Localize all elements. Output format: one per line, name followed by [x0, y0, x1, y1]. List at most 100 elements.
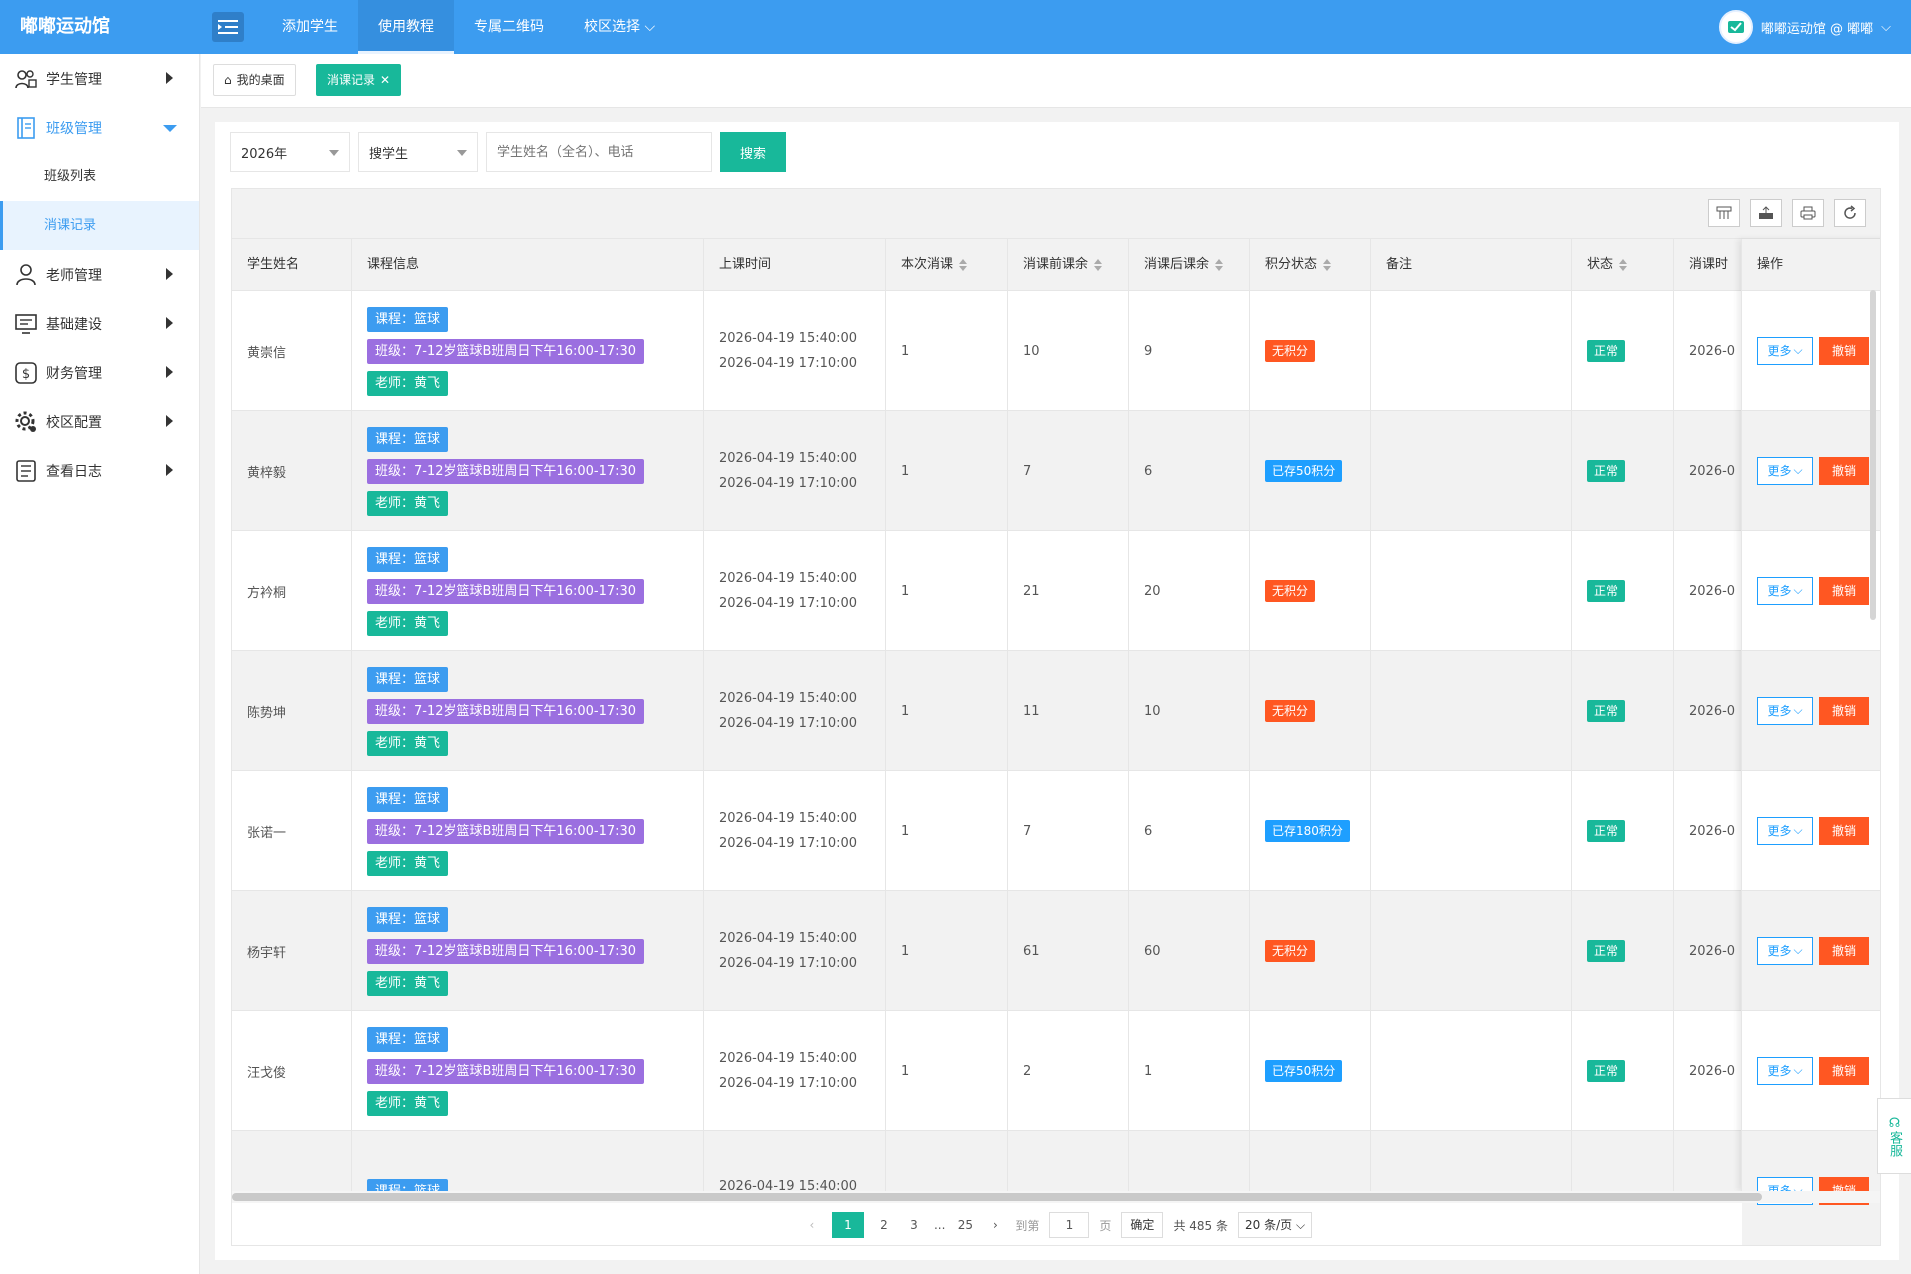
horizontal-scrollbar[interactable]	[232, 1191, 1880, 1203]
per-page-select[interactable]: 20 条/页 ⌵	[1237, 1212, 1313, 1238]
search-button[interactable]: 搜索	[720, 132, 786, 172]
nav-add-student[interactable]: 添加学生	[262, 0, 358, 54]
more-button[interactable]: 更多⌵	[1757, 456, 1813, 485]
nav-campus-select[interactable]: 校区选择 ⌵	[564, 0, 675, 54]
ops-cell: 更多⌵撤销	[1742, 771, 1880, 891]
undo-button[interactable]: 撤销	[1819, 816, 1869, 845]
sidebar-subitem-consume-records[interactable]: 消课记录	[0, 201, 199, 250]
page-1[interactable]: 1	[831, 1212, 864, 1238]
sort-icon[interactable]	[1215, 258, 1224, 271]
page-3[interactable]: 3	[904, 1218, 924, 1232]
page-2[interactable]: 2	[874, 1218, 894, 1232]
caret-right-icon	[166, 317, 173, 329]
col-before[interactable]: 消课前课余	[1008, 239, 1129, 291]
table-row: 黄崇信 课程：篮球 班级：7-12岁篮球B班周日下午16:00-17:30 老师：黄飞…	[232, 291, 1880, 411]
cell-remark	[1371, 291, 1572, 411]
page-last[interactable]: 25	[955, 1218, 975, 1232]
points-badge: 无积分	[1265, 340, 1316, 362]
caret-right-icon	[166, 415, 173, 427]
sidebar-item-logs[interactable]: 查看日志	[0, 446, 199, 495]
class-start-time: 2026-04-19 15:40:00	[719, 1178, 858, 1192]
undo-button[interactable]: 撤销	[1819, 456, 1869, 485]
more-button[interactable]: 更多⌵	[1757, 336, 1813, 365]
goto-page-input[interactable]: 1	[1049, 1212, 1090, 1238]
undo-button[interactable]: 撤销	[1819, 936, 1869, 965]
vertical-scrollbar[interactable]	[1870, 290, 1876, 620]
course-tag: 课程：篮球	[367, 906, 449, 932]
nav-qrcode[interactable]: 专属二维码	[454, 0, 564, 54]
class-tag: 班级：7-12岁篮球B班周日下午16:00-17:30	[367, 578, 645, 604]
course-tag: 课程：篮球	[367, 786, 449, 812]
sidebar-item-label: 老师管理	[46, 267, 102, 284]
print-icon[interactable]	[1792, 199, 1824, 227]
sidebar-item-campus-config[interactable]: 校区配置	[0, 397, 199, 446]
table-row: 黄梓毅 课程：篮球 班级：7-12岁篮球B班周日下午16:00-17:30 老师：黄飞…	[232, 411, 1880, 531]
col-consume[interactable]: 本次消课	[886, 239, 1008, 291]
more-button[interactable]: 更多⌵	[1757, 576, 1813, 605]
next-page-icon[interactable]: ›	[985, 1218, 1005, 1232]
tab-home[interactable]: ⌂ 我的桌面	[213, 64, 296, 96]
sidebar-item-classes[interactable]: 班级管理	[0, 103, 199, 152]
scrollbar-thumb[interactable]	[232, 1193, 1762, 1201]
teacher-tag: 老师：黄飞	[367, 1090, 449, 1116]
tab-consume-records[interactable]: 消课记录 ✕	[316, 64, 402, 96]
gear-icon	[14, 410, 38, 434]
year-select[interactable]: 2026年	[230, 132, 350, 172]
ops-cell: 更多⌵撤销	[1742, 411, 1880, 531]
sidebar-subitem-class-list[interactable]: 班级列表	[0, 152, 199, 201]
export-icon[interactable]	[1750, 199, 1782, 227]
customer-service-button[interactable]: ☊ 客服	[1877, 1098, 1911, 1174]
cell-remark	[1371, 411, 1572, 531]
cell-student-name: 杨宇轩	[232, 891, 352, 1011]
teacher-tag: 老师：黄飞	[367, 610, 449, 636]
search-input[interactable]	[486, 132, 712, 172]
more-button[interactable]: 更多⌵	[1757, 696, 1813, 725]
class-end-time: 2026-04-19 17:10:00	[719, 836, 858, 851]
cell-points: 已存50积分	[1250, 1011, 1371, 1131]
sidebar-item-students[interactable]: 学生管理	[0, 54, 199, 103]
prev-page-icon[interactable]: ‹	[802, 1218, 822, 1232]
close-icon[interactable]: ✕	[380, 65, 390, 95]
class-start-time: 2026-04-19 15:40:00	[719, 931, 858, 946]
sort-icon[interactable]	[1619, 258, 1628, 271]
col-status[interactable]: 状态	[1572, 239, 1674, 291]
app-logo[interactable]: 嘟嘟运动馆	[20, 0, 110, 54]
cell-consume: 1	[886, 651, 1008, 771]
undo-button[interactable]: 撤销	[1819, 576, 1869, 605]
cell-after: 10	[1129, 651, 1250, 771]
cell-after: 9	[1129, 291, 1250, 411]
chevron-down-icon: ⌵	[1793, 343, 1803, 357]
chevron-down-icon: ⌵	[644, 19, 656, 35]
sidebar-item-teachers[interactable]: 老师管理	[0, 250, 199, 299]
goto-confirm-button[interactable]: 确定	[1121, 1212, 1164, 1238]
columns-icon[interactable]	[1708, 199, 1740, 227]
undo-button[interactable]: 撤销	[1819, 336, 1869, 365]
search-type-select[interactable]: 搜学生	[358, 132, 478, 172]
undo-button[interactable]: 撤销	[1819, 1056, 1869, 1085]
class-end-time: 2026-04-19 17:10:00	[719, 1076, 858, 1091]
refresh-icon[interactable]	[1834, 199, 1866, 227]
col-points[interactable]: 积分状态	[1250, 239, 1371, 291]
cell-after	[1129, 1131, 1250, 1191]
class-tag: 班级：7-12岁篮球B班周日下午16:00-17:30	[367, 698, 645, 724]
ops-cell: 更多⌵撤销	[1742, 1011, 1880, 1131]
more-button[interactable]: 更多⌵	[1757, 816, 1813, 845]
more-button[interactable]: 更多⌵	[1757, 1056, 1813, 1085]
cell-course-info: 课程：篮球	[352, 1131, 704, 1191]
sort-icon[interactable]	[1094, 258, 1103, 271]
cell-before: 21	[1008, 531, 1129, 651]
col-after[interactable]: 消课后课余	[1129, 239, 1250, 291]
undo-button[interactable]: 撤销	[1819, 696, 1869, 725]
menu-toggle-icon[interactable]	[212, 12, 244, 42]
user-menu[interactable]: 嘟嘟运动馆 @ 嘟嘟 ⌵	[1718, 10, 1891, 44]
sort-icon[interactable]	[959, 258, 968, 271]
sidebar-item-infrastructure[interactable]: 基础建设	[0, 299, 199, 348]
sidebar-item-finance[interactable]: $ 财务管理	[0, 348, 199, 397]
sidebar: 学生管理 班级管理 班级列表 消课记录 老师管理 基础建设 $ 财务管理 校区配…	[0, 54, 200, 1274]
cell-status: 正常	[1572, 771, 1674, 891]
more-button[interactable]: 更多⌵	[1757, 936, 1813, 965]
sort-icon[interactable]	[1323, 258, 1332, 271]
nav-tutorial[interactable]: 使用教程	[358, 0, 454, 54]
headset-icon: ☊	[1888, 1115, 1901, 1131]
col-remark: 备注	[1371, 239, 1572, 291]
